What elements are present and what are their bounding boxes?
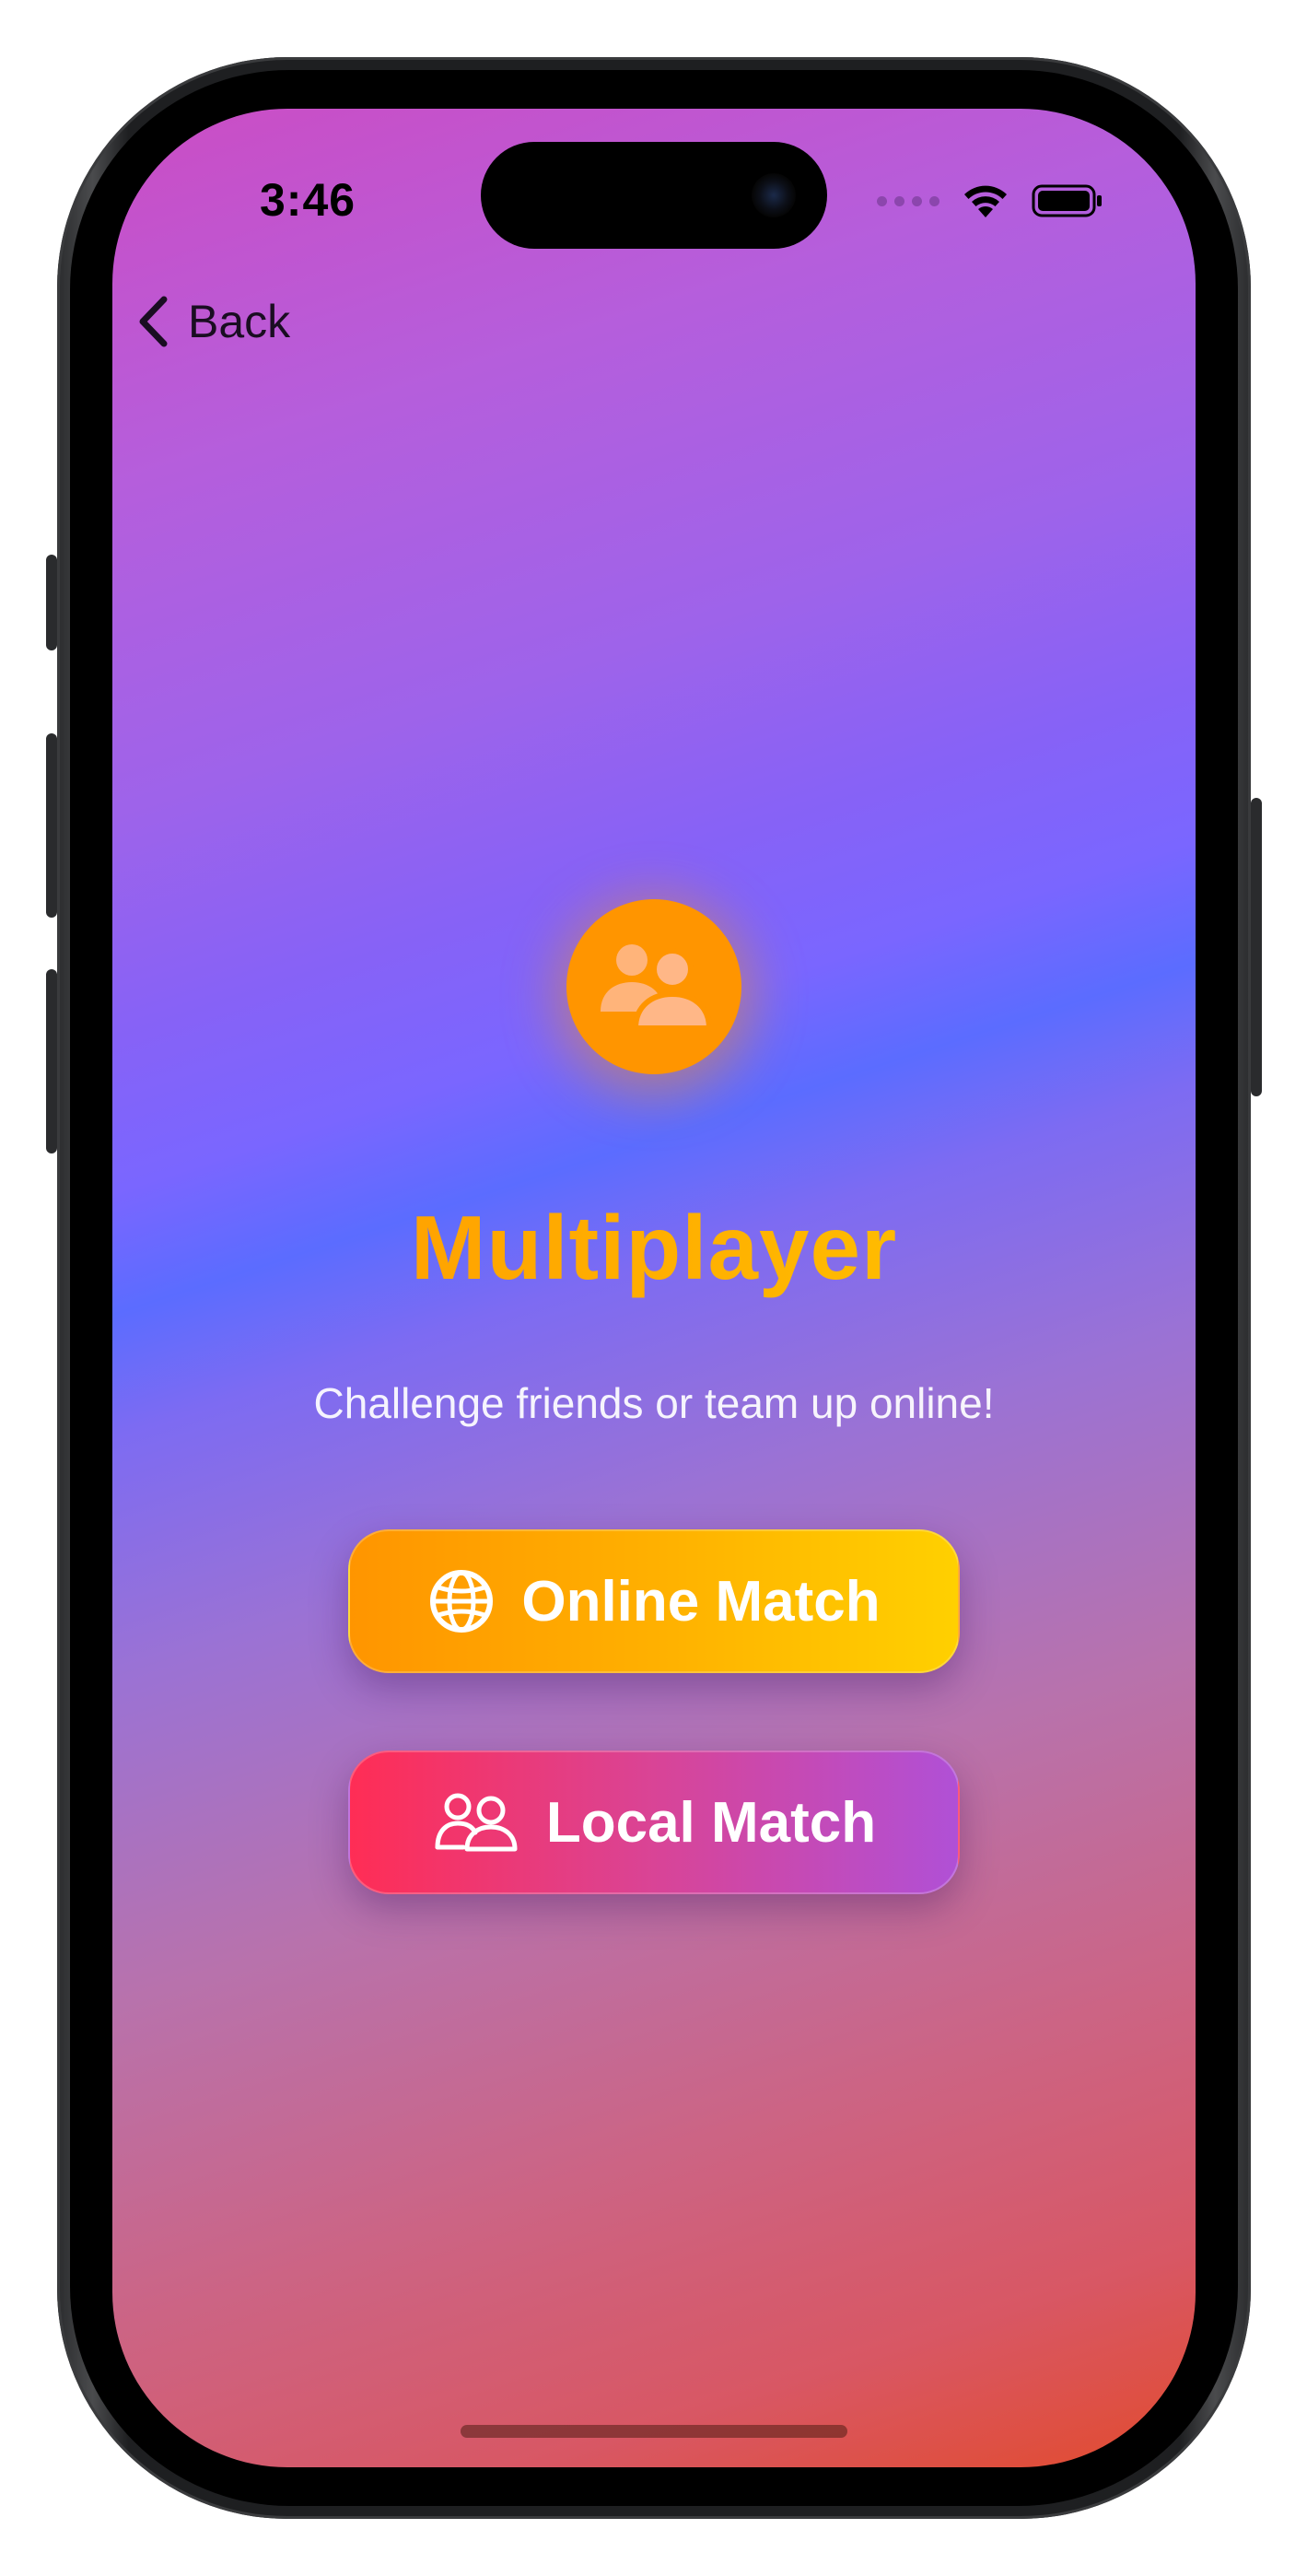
multiplayer-badge	[566, 899, 741, 1074]
back-button[interactable]: Back	[136, 289, 290, 354]
signal-dots-icon	[877, 195, 939, 206]
app-screen: 3:46 Back Multiplayer Challenge friends …	[112, 109, 1196, 2467]
home-indicator[interactable]	[461, 2425, 847, 2438]
chevron-left-icon	[139, 296, 168, 347]
volume-down-button	[46, 969, 57, 1153]
online-match-button[interactable]: Online Match	[348, 1529, 960, 1673]
local-match-button[interactable]: Local Match	[348, 1751, 960, 1894]
local-match-label: Local Match	[545, 1790, 877, 1855]
two-people-icon	[601, 944, 713, 1031]
action-button	[46, 555, 57, 650]
online-match-label: Online Match	[521, 1569, 881, 1633]
battery-icon	[1032, 184, 1102, 217]
volume-up-button	[46, 733, 57, 918]
page-subtitle: Challenge friends or team up online!	[313, 1379, 995, 1427]
two-people-outline-icon	[435, 1793, 518, 1852]
camera-icon	[752, 173, 796, 217]
status-time: 3:46	[260, 174, 356, 226]
status-icons	[877, 175, 1103, 227]
page-title: Multiplayer	[112, 1196, 1196, 1300]
dynamic-island	[481, 142, 827, 249]
back-label: Back	[188, 296, 291, 347]
globe-icon	[430, 1570, 494, 1633]
wifi-icon	[964, 185, 1007, 217]
power-button	[1251, 798, 1262, 1096]
